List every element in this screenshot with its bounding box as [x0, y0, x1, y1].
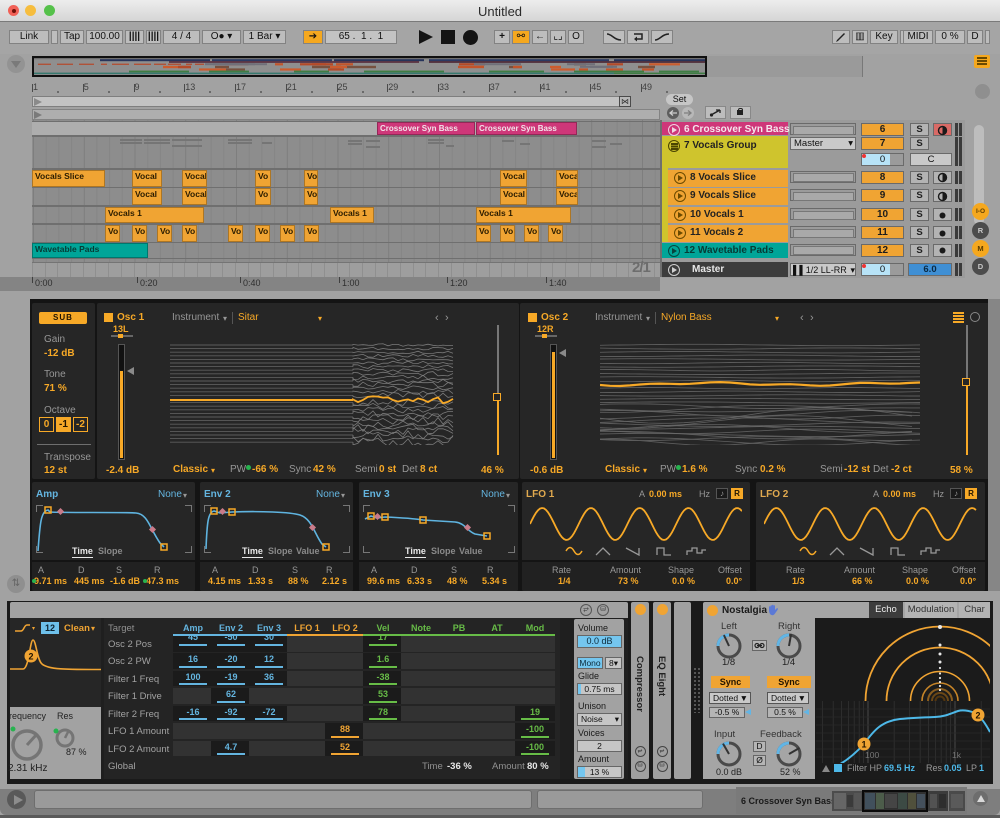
svg-text:1k: 1k [952, 750, 962, 760]
svg-text:2: 2 [975, 711, 980, 721]
svg-text:2: 2 [28, 652, 33, 662]
svg-text:100: 100 [865, 750, 879, 760]
svg-text:1: 1 [861, 740, 866, 750]
